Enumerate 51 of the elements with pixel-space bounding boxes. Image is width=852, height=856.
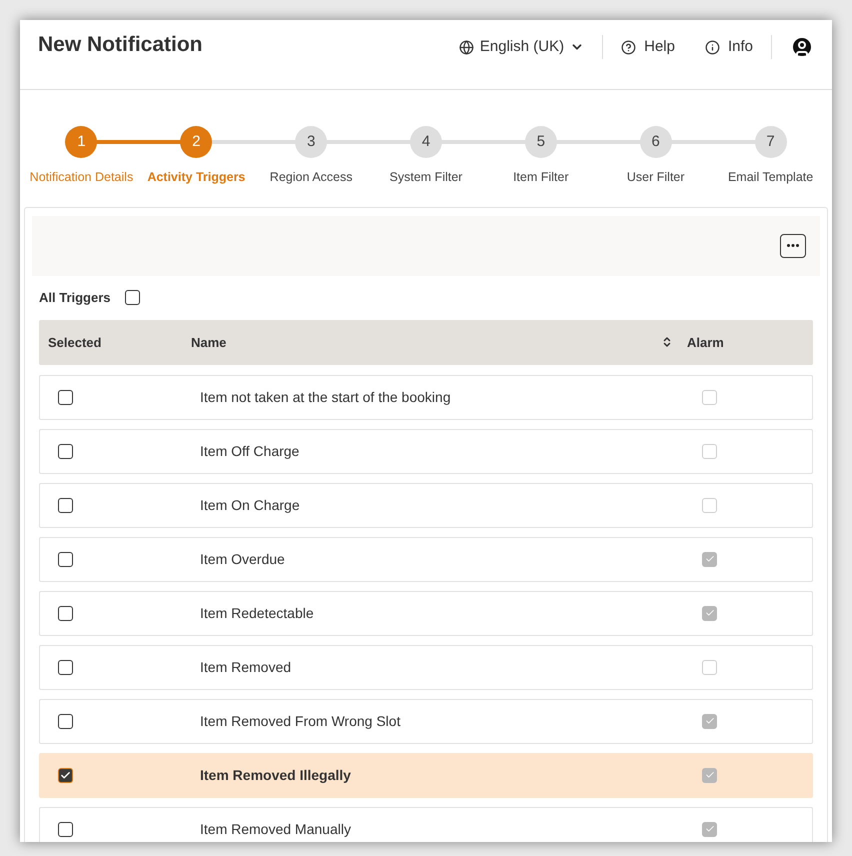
row-checkbox[interactable]	[58, 498, 73, 513]
trigger-name: Item Removed Manually	[200, 820, 352, 839]
row-checkbox[interactable]	[58, 660, 73, 675]
info-icon	[704, 40, 720, 54]
globe-icon	[458, 40, 474, 54]
step-label: System Filter	[390, 169, 462, 186]
help-icon	[621, 40, 636, 54]
trigger-name: Item On Charge	[200, 496, 301, 515]
info-button[interactable]: Info	[704, 36, 753, 58]
step-label: Region Access	[270, 169, 352, 186]
trigger-name: Item not taken at the start of the booking	[200, 388, 452, 407]
trigger-name: Item Removed	[200, 658, 292, 677]
trigger-name: Item Off Charge	[200, 442, 300, 461]
row-checkbox[interactable]	[58, 822, 73, 837]
trigger-row[interactable]: Item not taken at the start of the booking	[39, 374, 813, 420]
step-label: Email Template	[728, 169, 814, 186]
trigger-row[interactable]: Item On Charge	[39, 482, 813, 528]
page-title: New Notification	[38, 32, 203, 58]
sort-icon[interactable]	[661, 336, 673, 348]
column-header: Alarm	[687, 334, 725, 352]
help-button[interactable]: Help	[621, 36, 675, 58]
more-button[interactable]	[780, 234, 806, 258]
trigger-name: Item Redetectable	[200, 604, 315, 623]
row-checkbox[interactable]	[58, 606, 73, 621]
all-triggers-label: All Triggers	[39, 289, 111, 307]
row-checkbox[interactable]	[58, 714, 73, 729]
step-label: User Filter	[626, 169, 685, 186]
user-avatar-icon[interactable]	[790, 35, 814, 59]
trigger-name: Item Overdue	[200, 550, 286, 569]
row-checkbox[interactable]	[58, 768, 73, 783]
trigger-row[interactable]: Item Removed	[39, 644, 813, 690]
trigger-row[interactable]: Item Removed Manually	[39, 806, 813, 842]
step-label: Notification Details	[30, 169, 134, 186]
trigger-row[interactable]: Item Redetectable	[39, 590, 813, 636]
trigger-name: Item Removed Illegally	[200, 766, 352, 785]
row-checkbox[interactable]	[58, 444, 73, 459]
row-checkbox[interactable]	[58, 390, 73, 405]
trigger-row[interactable]: Item Removed Illegally	[39, 752, 813, 798]
trigger-row[interactable]: Item Removed From Wrong Slot	[39, 698, 813, 744]
column-header: Selected	[47, 334, 102, 352]
more-icon	[787, 244, 799, 248]
all-triggers-checkbox[interactable]	[124, 290, 140, 306]
trigger-row[interactable]: Item Off Charge	[39, 428, 813, 474]
row-checkbox[interactable]	[58, 552, 73, 567]
column-header: Name	[191, 334, 228, 352]
language-dropdown[interactable]: English (UK)	[458, 36, 584, 58]
step-label: Activity Triggers	[147, 169, 246, 186]
trigger-name: Item Removed From Wrong Slot	[200, 712, 402, 731]
trigger-row[interactable]: Item Overdue	[39, 536, 813, 582]
step-label: Item Filter	[513, 169, 569, 186]
check-icon	[60, 770, 71, 781]
